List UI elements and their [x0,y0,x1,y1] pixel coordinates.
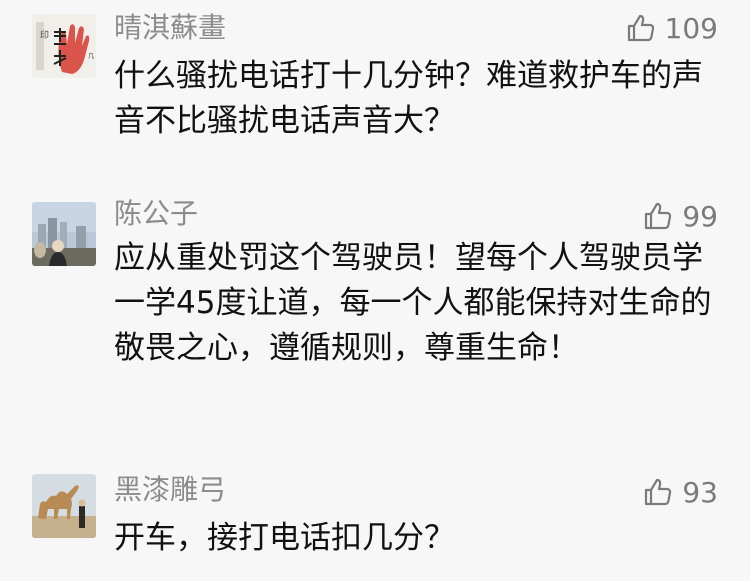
comment-text: 开车，接打电话扣几分？ [114,520,455,556]
like-button[interactable]: 99 [642,196,718,236]
like-count: 109 [664,11,718,45]
like-button[interactable]: 109 [625,8,718,48]
like-count: 99 [682,199,718,233]
username[interactable]: 陈公子 [114,194,198,234]
comment-text: 应从重处罚这个驾驶员！望每个人驾驶员学一学45度让道，每一个人都能保持对生命的敬… [114,240,712,366]
like-button[interactable]: 93 [642,472,718,512]
svg-text:印: 印 [40,29,49,41]
handprint-calligraphy-avatar-icon: 印 几 [32,14,96,78]
username[interactable]: 晴淇蘇畫 [114,8,226,48]
thumbs-up-icon [645,478,672,506]
comment-item: 陈公子 99 应从重处罚这个驾驶员！望每个人驾驶员学一学45度让道，每一个人都能… [0,190,750,420]
svg-text:几: 几 [88,53,94,60]
thumbs-up-icon [627,14,654,42]
comment-item: 印 几 晴淇蘇畫 109 什么骚扰电话打十几分钟？难道救护车的声音不比骚扰电话声… [0,0,750,150]
username[interactable]: 黑漆雕弓 [114,470,226,510]
city-skyline-person-avatar-icon [32,202,96,266]
like-count: 93 [682,475,718,509]
avatar[interactable] [32,474,96,538]
comment-text: 什么骚扰电话打十几分钟？难道救护车的声音不比骚扰电话声音大？ [114,58,703,139]
avatar[interactable] [32,202,96,266]
thumbs-up-icon [645,202,672,230]
avatar[interactable]: 印 几 [32,14,96,78]
camel-desert-avatar-icon [32,474,96,538]
comment-item: 黑漆雕弓 93 开车，接打电话扣几分？ [0,458,750,581]
